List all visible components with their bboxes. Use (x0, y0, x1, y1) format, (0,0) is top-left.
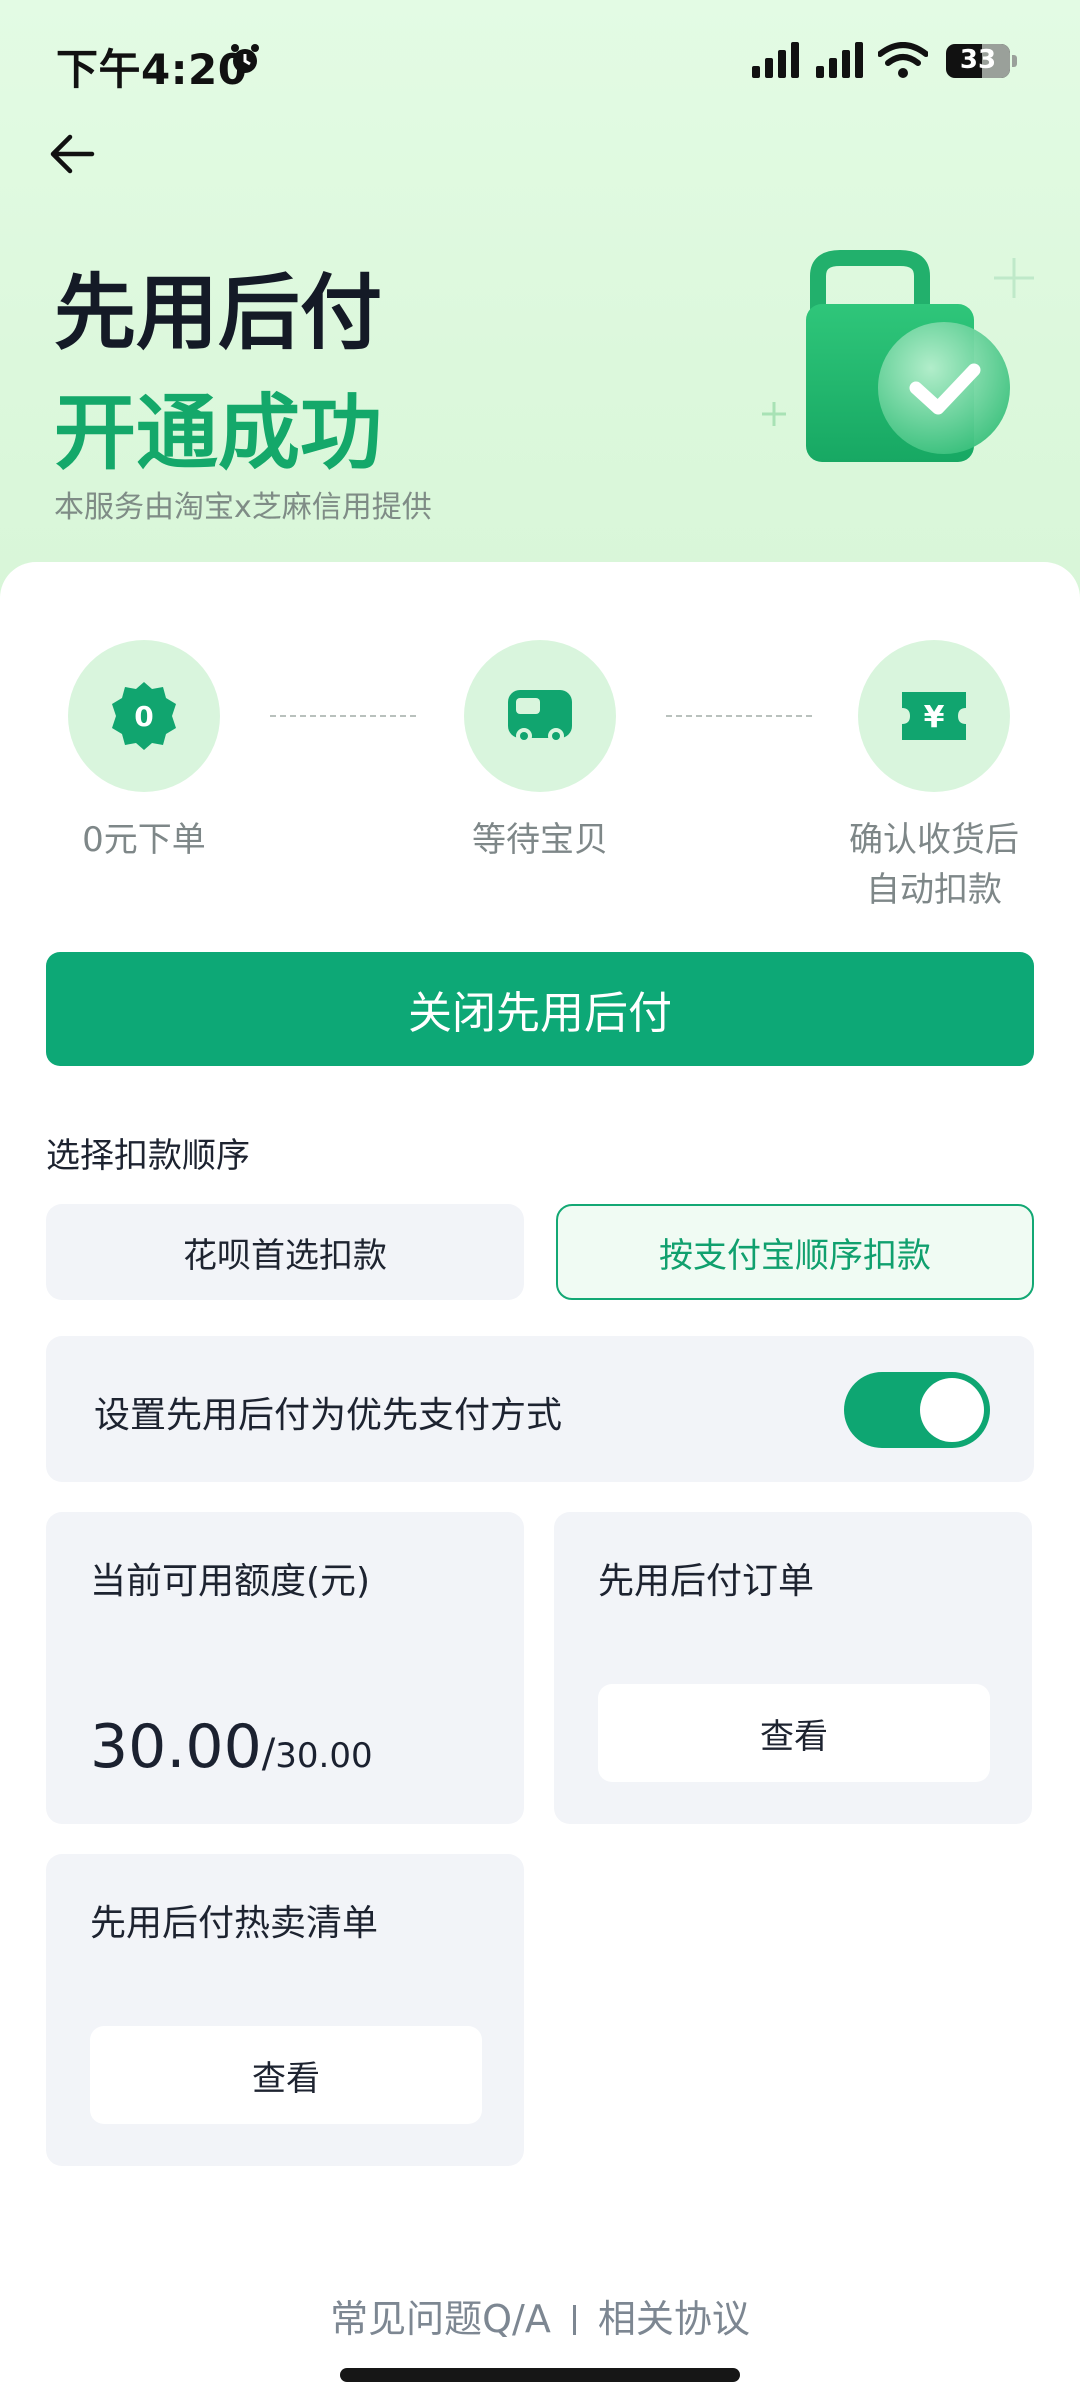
view-hot-list-button[interactable]: 查看 (90, 2026, 482, 2124)
toggle-knob (920, 1378, 984, 1442)
truck-icon (508, 690, 572, 744)
battery-level: 33 (959, 45, 997, 75)
svg-text:0: 0 (134, 700, 153, 733)
provider-subtitle: 本服务由淘宝x芝麻信用提供 (54, 490, 432, 525)
battery-icon: 33 (946, 44, 1010, 78)
faq-link[interactable]: 常见问题Q/A (330, 2297, 551, 2341)
huabei-first-option[interactable]: 花呗首选扣款 (46, 1204, 524, 1300)
preferred-payment-row: 设置先用后付为优先支付方式 (46, 1336, 1034, 1482)
close-pay-later-button[interactable]: 关闭先用后付 (46, 952, 1034, 1066)
svg-text:¥: ¥ (924, 700, 945, 735)
step-wait-circle (464, 640, 616, 792)
credit-label: 当前可用额度(元) (90, 1561, 371, 1602)
step-label-order: 0元下单 (82, 820, 206, 860)
status-time: 下午4:20 (56, 45, 248, 94)
footer-divider (572, 2305, 576, 2335)
hot-list-tile: 先用后付热卖清单 查看 (46, 1854, 524, 2166)
alipay-order-option[interactable]: 按支付宝顺序扣款 (556, 1204, 1034, 1300)
success-title: 开通成功 (54, 386, 383, 481)
step-order-circle: 0 (68, 640, 220, 792)
back-arrow-icon[interactable] (44, 124, 104, 184)
preferred-payment-toggle[interactable] (844, 1372, 990, 1448)
agreement-link[interactable]: 相关协议 (598, 2297, 750, 2341)
signal-icon (816, 42, 863, 78)
credit-total: 30.00 (275, 1736, 373, 1776)
hot-list-label: 先用后付热卖清单 (90, 1903, 379, 1944)
step-pay-circle: ¥ (858, 640, 1010, 792)
footer-links: 常见问题Q/A 相关协议 (0, 2288, 1080, 2343)
wifi-icon (878, 42, 928, 78)
signal-icon (752, 42, 799, 78)
deduction-order-title: 选择扣款顺序 (46, 1136, 250, 1176)
credit-amount: 30.00/30.00 (90, 1712, 373, 1782)
page-title: 先用后付 (54, 266, 383, 361)
step-label-wait: 等待宝贝 (472, 820, 608, 860)
status-bar: 下午4:20 33 (0, 0, 1080, 120)
credit-available: 30.00 (90, 1712, 262, 1782)
step-connector (666, 715, 812, 717)
preferred-payment-label: 设置先用后付为优先支付方式 (94, 1395, 563, 1436)
view-orders-button[interactable]: 查看 (598, 1684, 990, 1782)
shopping-bag-check-icon (762, 250, 1034, 462)
step-connector (270, 715, 416, 717)
step-label-pay: 确认收货后 自动扣款 (849, 820, 1019, 910)
orders-label: 先用后付订单 (598, 1561, 815, 1602)
zero-badge-icon: 0 (112, 682, 176, 750)
credit-tile: 当前可用额度(元) 30.00/30.00 (46, 1512, 524, 1824)
home-indicator[interactable] (340, 2368, 740, 2382)
yuan-ticket-icon: ¥ (902, 692, 966, 740)
alarm-icon (231, 44, 259, 73)
orders-tile: 先用后付订单 查看 (554, 1512, 1032, 1824)
